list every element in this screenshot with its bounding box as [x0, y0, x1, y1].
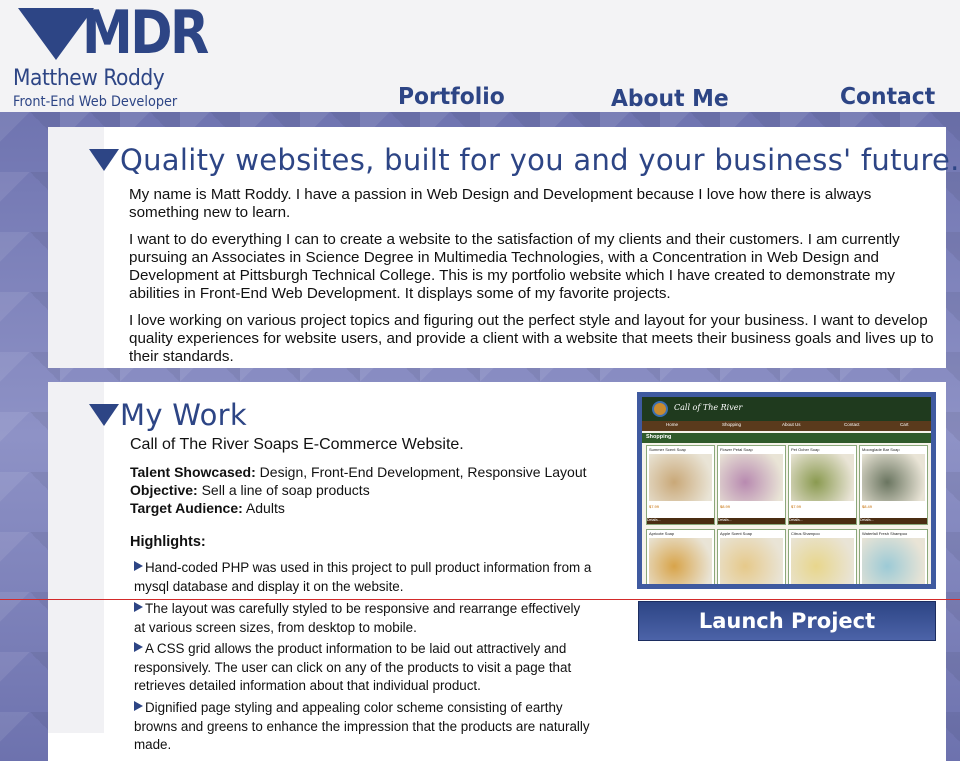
nav-portfolio[interactable]: Portfolio: [398, 84, 505, 110]
logo-name: Matthew Roddy: [13, 66, 165, 91]
preview-product-image: [862, 538, 925, 584]
preview-details-button: Details...: [789, 518, 856, 524]
preview-product-name: Apricote Soap: [649, 531, 675, 536]
preview-header: Call of The River: [642, 397, 931, 421]
nav-about[interactable]: About Me: [611, 86, 729, 112]
bullet-arrow-icon: [134, 701, 143, 711]
preview-nav-item: Shopping: [722, 422, 742, 427]
preview-product-image: [649, 538, 712, 584]
intro-paragraph: I love working on various project topics…: [129, 312, 934, 365]
preview-product-price: $7.99: [649, 504, 660, 509]
preview-nav: Home Shopping About Us Contact Cart: [642, 421, 931, 431]
preview-category: Shopping: [646, 434, 672, 440]
preview-category-bar: Shopping: [642, 433, 931, 443]
highlight-text: Hand-coded PHP was used in this project …: [134, 560, 592, 594]
preview-site-title: Call of The River: [674, 403, 743, 412]
objective-label: Objective:: [130, 482, 198, 498]
project-title: Call of The River Soaps E-Commerce Websi…: [130, 436, 464, 453]
heading-triangle-icon: [89, 404, 119, 426]
preview-product-name: Summer Scent Soap: [649, 447, 686, 452]
nav-contact[interactable]: Contact: [840, 84, 935, 110]
preview-product-image: [791, 454, 854, 501]
bullet-arrow-icon: [134, 602, 143, 612]
preview-product-card: Apple Scent Soap: [717, 529, 786, 584]
preview-product-image: [720, 454, 783, 501]
highlight-item: Dignified page styling and appealing col…: [134, 699, 594, 755]
bullet-arrow-icon: [134, 642, 143, 652]
preview-product-image: [649, 454, 712, 501]
logo-role: Front-End Web Developer: [13, 94, 178, 110]
talent-label: Talent Showcased:: [130, 464, 256, 480]
site-header: MDR Matthew Roddy Front-End Web Develope…: [0, 0, 960, 112]
preview-details-button: Details...: [860, 518, 927, 524]
highlight-text: The layout was carefully styled to be re…: [134, 601, 581, 635]
highlight-item: Hand-coded PHP was used in this project …: [134, 559, 594, 596]
preview-product-price: $8.99: [720, 504, 731, 509]
heading-triangle-icon: [89, 149, 119, 171]
preview-product-name: Flower Petal Soap: [720, 447, 753, 452]
highlight-text: A CSS grid allows the product informatio…: [134, 641, 572, 693]
talent-line: Talent Showcased: Design, Front-End Deve…: [130, 464, 587, 480]
preview-product-image: [720, 538, 783, 584]
objective-value: Sell a line of soap products: [201, 482, 370, 498]
work-heading: My Work: [120, 398, 247, 432]
panel-shade: [48, 382, 104, 733]
highlights-title: Highlights:: [130, 534, 206, 550]
project-screenshot[interactable]: Call of The River Home Shopping About Us…: [637, 392, 936, 589]
preview-nav-item: Contact: [844, 422, 860, 427]
preview-details-button: Details...: [718, 518, 785, 524]
bullet-arrow-icon: [134, 561, 143, 571]
audience-line: Target Audience: Adults: [130, 500, 285, 516]
intro-paragraph: My name is Matt Roddy. I have a passion …: [129, 186, 872, 221]
preview-product-card: Moonglade Bar Soap $8.49 Details...: [859, 445, 928, 525]
preview-product-name: Apple Scent Soap: [720, 531, 753, 536]
preview-details-button: Details...: [647, 518, 714, 524]
preview-product-card: Summer Scent Soap $7.99 Details...: [646, 445, 715, 525]
audience-label: Target Audience:: [130, 500, 243, 516]
preview-product-name: Moonglade Bar Soap: [862, 447, 900, 452]
preview-product-image: [862, 454, 925, 501]
preview-site: Call of The River Home Shopping About Us…: [642, 397, 931, 584]
preview-product-card: Waterfall Fresh Shampoo: [859, 529, 928, 584]
guide-line: [0, 599, 960, 600]
preview-product-image: [791, 538, 854, 584]
audience-value: Adults: [245, 500, 285, 516]
highlight-item: The layout was carefully styled to be re…: [134, 600, 594, 637]
preview-product-price: $7.99: [791, 504, 802, 509]
preview-product-card: Apricote Soap: [646, 529, 715, 584]
preview-product-name: Waterfall Fresh Shampoo: [862, 531, 908, 536]
highlight-text: Dignified page styling and appealing col…: [134, 700, 590, 752]
preview-product-card: Pet Ocher Soap $7.99 Details...: [788, 445, 857, 525]
intro-heading: Quality websites, built for you and your…: [120, 143, 960, 177]
preview-product-price: $8.49: [862, 504, 873, 509]
logo-monogram: MDR: [82, 0, 209, 68]
preview-nav-item: Home: [666, 422, 679, 427]
preview-product-name: Pet Ocher Soap: [791, 447, 820, 452]
preview-product-card: Citrus Shampoo: [788, 529, 857, 584]
preview-nav-item: Cart: [900, 422, 909, 427]
preview-product-name: Citrus Shampoo: [791, 531, 820, 536]
objective-line: Objective: Sell a line of soap products: [130, 482, 370, 498]
preview-logo-icon: [652, 401, 668, 417]
preview-nav-item: About Us: [782, 422, 801, 427]
site-logo[interactable]: MDR Matthew Roddy Front-End Web Develope…: [12, 0, 209, 110]
intro-panel: Quality websites, built for you and your…: [48, 127, 959, 368]
talent-value: Design, Front-End Development, Responsiv…: [259, 464, 587, 480]
intro-paragraph: I want to do everything I can to create …: [129, 231, 900, 302]
launch-project-button[interactable]: Launch Project: [638, 601, 936, 641]
highlight-item: A CSS grid allows the product informatio…: [134, 640, 594, 696]
preview-product-card: Flower Petal Soap $8.99 Details...: [717, 445, 786, 525]
